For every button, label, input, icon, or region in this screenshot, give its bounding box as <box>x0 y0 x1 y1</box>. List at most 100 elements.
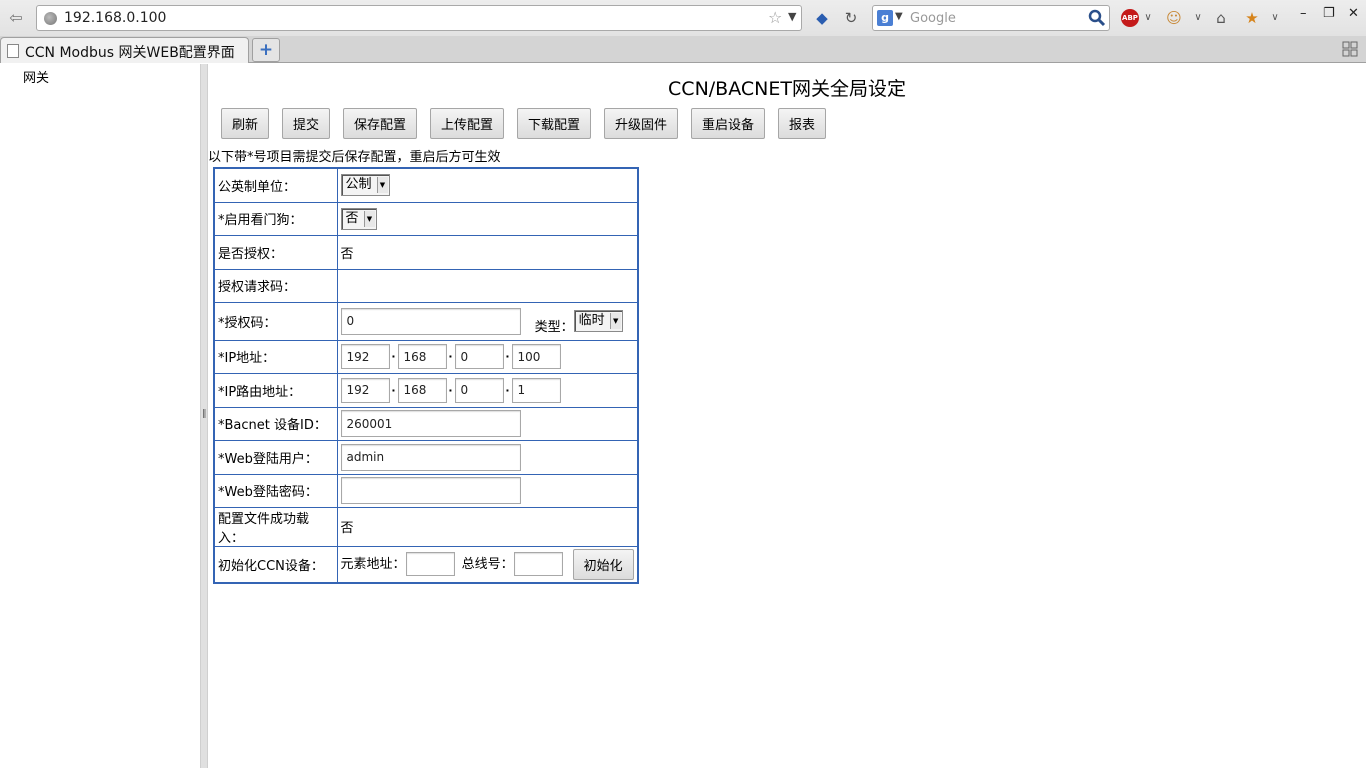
watchdog-select[interactable]: 否 ▼ <box>340 207 377 230</box>
ip-dot: · <box>448 383 453 397</box>
ip-octet-2-input[interactable] <box>397 344 447 369</box>
table-row: 是否授权： 否 <box>213 234 639 270</box>
table-row: *IP地址： · · · <box>213 339 639 374</box>
chevron-down-icon[interactable]: ▼ <box>609 313 621 329</box>
addon-dropdown-icon[interactable]: ∨ <box>1188 8 1208 28</box>
upload-config-button[interactable]: 上传配置 <box>430 108 505 139</box>
init-ccn-label: 初始化CCN设备： <box>213 545 338 584</box>
nav-frame: 网关 <box>0 64 200 768</box>
gateway-octet-1-input[interactable] <box>340 377 390 403</box>
new-tab-button[interactable]: + <box>252 38 280 62</box>
submit-button[interactable]: 提交 <box>282 108 331 139</box>
site-identity-icon[interactable] <box>44 12 57 25</box>
splitter-grip-icon[interactable]: ‖ <box>202 409 207 419</box>
auth-code-cell: 类型： 临时 ▼ <box>336 301 639 341</box>
auth-type-select[interactable]: 临时 ▼ <box>573 310 623 332</box>
auth-type-label: 类型： <box>534 319 574 335</box>
gateway-label: *IP路由地址： <box>213 372 338 408</box>
ip-dot: · <box>505 383 510 397</box>
unit-label: 公英制单位： <box>213 167 338 203</box>
gateway-octet-3-input[interactable] <box>454 377 504 403</box>
ip-label: *IP地址： <box>213 339 338 374</box>
page-title: CCN/BACNET网关全局设定 <box>668 78 906 100</box>
monkey-addon-icon[interactable]: ☺ <box>1164 8 1184 28</box>
extension-dropdown-icon[interactable]: ∨ <box>1265 8 1285 28</box>
address-bar[interactable]: 192.168.0.100 ☆ ▼ <box>36 5 802 31</box>
gateway-octet-4-input[interactable] <box>511 377 561 403</box>
auth-code-input[interactable] <box>340 307 521 335</box>
reboot-device-button[interactable]: 重启设备 <box>691 108 766 139</box>
auth-type-select-value: 临时 <box>578 313 605 328</box>
reload-icon[interactable]: ↻ <box>841 8 861 28</box>
auth-request-code-label: 授权请求码： <box>213 268 338 303</box>
close-icon[interactable]: ✕ <box>1348 6 1359 21</box>
web-password-label: *Web登陆密码： <box>213 473 338 508</box>
table-row: *Web登陆密码： <box>213 473 639 508</box>
page-favicon-icon <box>7 44 19 58</box>
ip-octet-4-input[interactable] <box>511 344 561 369</box>
url-history-dropdown-icon[interactable]: ▼ <box>788 10 796 23</box>
authorized-label: 是否授权： <box>213 234 338 270</box>
element-address-input[interactable] <box>405 552 455 577</box>
config-loaded-value: 否 <box>336 506 639 547</box>
url-text[interactable]: 192.168.0.100 <box>64 10 166 26</box>
unit-select[interactable]: 公制 ▼ <box>340 174 390 197</box>
web-password-cell <box>336 473 639 508</box>
notice-text: 以下带*号项目需提交后保存配置，重启后方可生效 <box>208 150 501 165</box>
table-row: *IP路由地址： · · · <box>213 372 639 408</box>
google-engine-icon[interactable]: g <box>877 10 893 26</box>
chevron-down-icon[interactable]: ▼ <box>363 210 375 227</box>
search-input[interactable]: Google <box>910 11 956 26</box>
auth-code-label: *授权码： <box>213 301 338 341</box>
browser-toolbar: ⇦ 192.168.0.100 ☆ ▼ ◆ ↻ g ▼ Google ABP ∨… <box>0 0 1366 36</box>
gateway-octet-2-input[interactable] <box>397 377 447 403</box>
table-row: *Bacnet 设备ID： <box>213 406 639 441</box>
adblock-dropdown-icon[interactable]: ∨ <box>1138 8 1158 28</box>
gateway-cell: · · · <box>336 372 639 408</box>
bacnet-id-input[interactable] <box>340 410 521 437</box>
search-bar[interactable]: g ▼ Google <box>872 5 1110 31</box>
table-row: 配置文件成功载入： 否 <box>213 506 639 547</box>
initialize-button[interactable]: 初始化 <box>572 548 634 580</box>
active-tab[interactable]: CCN Modbus 网关WEB配置界面 <box>0 37 249 63</box>
home-icon[interactable]: ⌂ <box>1211 8 1231 28</box>
watchdog-select-value: 否 <box>345 210 359 226</box>
ip-dot: · <box>448 350 453 363</box>
search-engine-dropdown-icon[interactable]: ▼ <box>895 11 903 22</box>
table-row: 初始化CCN设备： 元素地址： 总线号： 初始化 <box>213 545 639 584</box>
minimize-icon[interactable]: – <box>1300 6 1307 21</box>
tab-title[interactable]: CCN Modbus 网关WEB配置界面 <box>25 42 235 62</box>
main-frame: CCN/BACNET网关全局设定 刷新 提交 保存配置 上传配置 下载配置 升级… <box>208 64 1366 768</box>
table-row: 公英制单位： 公制 ▼ <box>213 167 639 203</box>
download-config-button[interactable]: 下载配置 <box>517 108 592 139</box>
watchdog-cell: 否 ▼ <box>336 201 639 236</box>
web-password-input[interactable] <box>340 477 521 504</box>
ip-cell: · · · <box>336 339 639 374</box>
bus-number-label: 总线号： <box>461 556 514 572</box>
auth-request-code-value <box>336 268 639 303</box>
bus-number-input[interactable] <box>513 552 563 577</box>
watchdog-label: *启用看门狗： <box>213 201 338 236</box>
bookmark-star-icon[interactable]: ☆ <box>768 8 782 27</box>
sync-icon[interactable]: ◆ <box>812 8 832 28</box>
search-magnifier-icon[interactable] <box>1088 9 1106 27</box>
web-user-input[interactable] <box>340 443 521 471</box>
chevron-down-icon[interactable]: ▼ <box>376 177 388 194</box>
frame-splitter[interactable]: ‖ <box>200 64 208 768</box>
upgrade-firmware-button[interactable]: 升级固件 <box>604 108 679 139</box>
save-config-button[interactable]: 保存配置 <box>343 108 418 139</box>
report-button[interactable]: 报表 <box>778 108 827 139</box>
ip-octet-1-input[interactable] <box>340 344 390 369</box>
table-row: 授权请求码： <box>213 268 639 303</box>
config-loaded-label: 配置文件成功载入： <box>213 506 338 547</box>
nav-item-gateway[interactable]: 网关 <box>23 67 49 86</box>
init-ccn-cell: 元素地址： 总线号： 初始化 <box>336 545 639 584</box>
adblock-plus-icon[interactable]: ABP <box>1121 9 1139 27</box>
back-arrow-icon[interactable]: ⇦ <box>6 8 26 28</box>
extension-icon[interactable]: ★ <box>1242 8 1262 28</box>
refresh-button[interactable]: 刷新 <box>221 108 270 139</box>
tab-groups-icon[interactable] <box>1342 41 1358 57</box>
ip-octet-3-input[interactable] <box>454 344 504 369</box>
restore-icon[interactable]: ❐ <box>1323 6 1335 21</box>
ip-dot: · <box>391 350 396 363</box>
